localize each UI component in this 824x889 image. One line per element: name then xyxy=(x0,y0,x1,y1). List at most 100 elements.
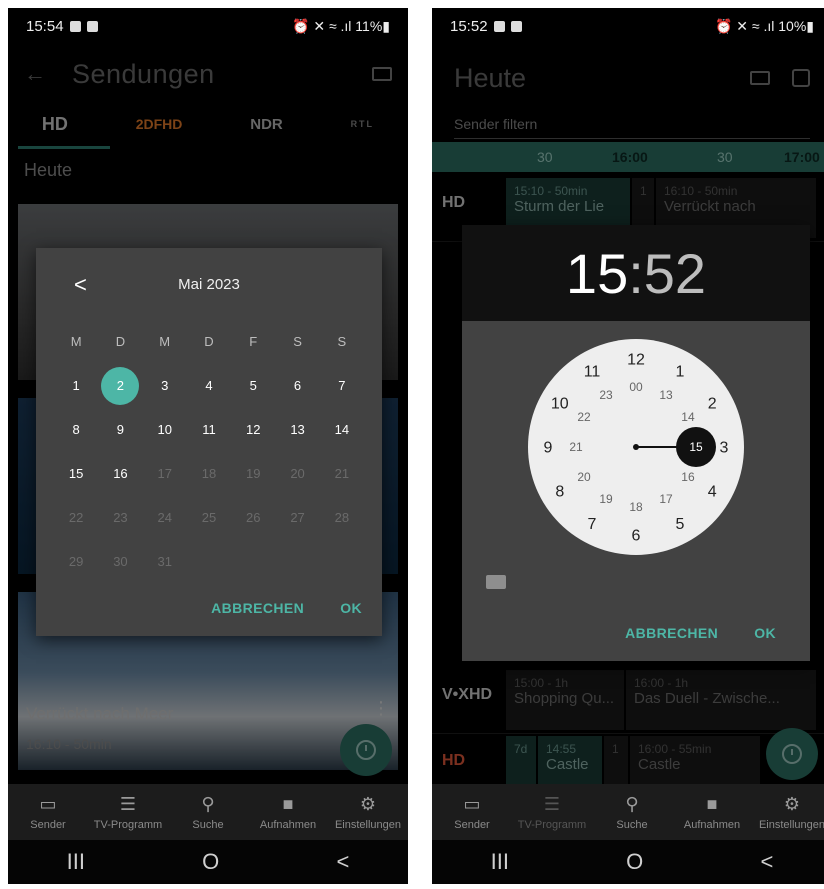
cancel-button[interactable]: ABBRECHEN xyxy=(625,625,718,641)
nav-item-camera[interactable]: ■ Aufnahmen xyxy=(673,793,751,831)
back-button[interactable]: < xyxy=(337,849,350,875)
clock-number[interactable]: 4 xyxy=(708,484,717,501)
calendar-day-label: 3 xyxy=(161,378,169,393)
keyboard-icon[interactable] xyxy=(486,575,506,589)
phone-left-screen: 15:54 ⏰ ✕ ≈ .ıl 11%▮ ← Sendungen HD 2DFH… xyxy=(8,8,408,884)
calendar-day-label: 11 xyxy=(202,422,216,437)
calendar-day[interactable]: 15 xyxy=(54,452,98,496)
calendar-day[interactable]: 13 xyxy=(275,408,319,452)
clock-number[interactable]: 10 xyxy=(551,396,569,413)
nav-item-gear[interactable]: ⚙ Einstellungen xyxy=(329,793,407,831)
clock-number[interactable]: 23 xyxy=(599,388,613,402)
clock-number[interactable]: 6 xyxy=(632,528,641,545)
calendar-day[interactable]: 8 xyxy=(54,408,98,452)
list-icon: ☰ xyxy=(119,794,137,814)
home-button[interactable]: O xyxy=(202,849,219,875)
ok-button[interactable]: OK xyxy=(754,625,776,641)
nav-item-tv[interactable]: ▭ Sender xyxy=(433,793,511,831)
clock-number[interactable]: 00 xyxy=(629,380,643,394)
date-picker-dialog: < Mai 2023 M D M D F S S 1 2 3 4 5 6 7 8 9 10 11 12 13 14 15 1… xyxy=(36,248,382,636)
minute-display[interactable]: 52 xyxy=(644,241,706,306)
nav-item-search[interactable]: ⚲ Suche xyxy=(593,793,671,831)
nav-item-camera[interactable]: ■ Aufnahmen xyxy=(249,793,327,831)
calendar-day[interactable]: 10 xyxy=(143,408,187,452)
calendar-week: 29 30 31 xyxy=(54,540,364,584)
clock-number[interactable]: 21 xyxy=(569,440,583,454)
recent-apps-button[interactable]: III xyxy=(67,849,85,875)
clock-number[interactable]: 2 xyxy=(708,396,717,413)
calendar-day[interactable]: 9 xyxy=(98,408,142,452)
recent-apps-button[interactable]: III xyxy=(491,849,509,875)
weekday-label: S xyxy=(337,334,347,349)
calendar-day[interactable]: 14 xyxy=(320,408,364,452)
calendar-day-label: 8 xyxy=(72,422,80,437)
calendar-day-label: 19 xyxy=(246,466,261,481)
calendar-week: 8 9 10 11 12 13 14 xyxy=(54,408,364,452)
calendar-day: 28 xyxy=(320,496,364,540)
nav-item-label: TV-Programm xyxy=(93,819,163,831)
clock-number[interactable]: 8 xyxy=(555,484,564,501)
nav-item-list[interactable]: ☰ TV-Programm xyxy=(513,793,591,831)
clock-number[interactable]: 3 xyxy=(720,440,729,457)
clock-number[interactable]: 22 xyxy=(577,410,591,424)
clock-number[interactable]: 1 xyxy=(676,363,685,380)
nav-item-tv[interactable]: ▭ Sender xyxy=(9,793,87,831)
calendar-day[interactable]: 3 xyxy=(143,364,187,408)
calendar-day: 17 xyxy=(143,452,187,496)
calendar-day: 25 xyxy=(187,496,231,540)
time-colon: : xyxy=(628,241,644,305)
nav-item-search[interactable]: ⚲ Suche xyxy=(169,793,247,831)
clock-number[interactable]: 16 xyxy=(681,470,695,484)
tv-icon: ▭ xyxy=(39,794,57,814)
calendar-day[interactable]: 12 xyxy=(231,408,275,452)
clock-number[interactable]: 14 xyxy=(681,410,695,424)
status-indicators: ⏰ ✕ ≈ .ıl 11%▮ xyxy=(292,17,390,34)
calendar-day xyxy=(275,540,319,584)
calendar-day[interactable]: 1 xyxy=(54,364,98,408)
calendar-day[interactable]: 5 xyxy=(231,364,275,408)
clock-number[interactable]: 20 xyxy=(577,470,591,484)
status-time: 15:52 xyxy=(450,17,488,35)
calendar-day[interactable]: 4 xyxy=(187,364,231,408)
clock-number[interactable]: 12 xyxy=(627,352,645,369)
calendar-day[interactable]: 16 xyxy=(98,452,142,496)
clock-number[interactable]: 11 xyxy=(584,363,601,380)
calendar-day-label: 24 xyxy=(157,510,172,525)
clock-number[interactable]: 17 xyxy=(659,492,673,506)
calendar-day: 22 xyxy=(54,496,98,540)
system-navigation: III O < xyxy=(432,840,824,884)
hour-display[interactable]: 15 xyxy=(566,241,628,306)
nav-item-label: Aufnahmen xyxy=(259,819,317,831)
clock-number[interactable]: 13 xyxy=(659,388,673,402)
calendar-day-label: 13 xyxy=(290,422,305,437)
nav-item-list[interactable]: ☰ TV-Programm xyxy=(89,793,167,831)
clock-number[interactable]: 15 xyxy=(689,440,703,454)
ok-button[interactable]: OK xyxy=(340,600,362,616)
clock-number[interactable]: 18 xyxy=(629,500,643,514)
nav-item-gear[interactable]: ⚙ Einstellungen xyxy=(753,793,824,831)
calendar-day[interactable]: 6 xyxy=(275,364,319,408)
calendar-day-label: 30 xyxy=(113,554,128,569)
home-button[interactable]: O xyxy=(626,849,643,875)
calendar-day: 31 xyxy=(143,540,187,584)
weekday-header: MDMDFSS xyxy=(54,320,364,364)
back-button[interactable]: < xyxy=(761,849,774,875)
calendar-day-label: 4 xyxy=(205,378,213,393)
weekday-label: M xyxy=(159,334,171,349)
nav-item-label: Einstellungen xyxy=(758,819,824,831)
calendar-day-label: 22 xyxy=(68,510,84,525)
clock-number[interactable]: 19 xyxy=(599,492,613,506)
calendar-day[interactable]: 11 xyxy=(187,408,231,452)
calendar-week: 1 2 3 4 5 6 7 xyxy=(54,364,364,408)
calendar-day-label: 1 xyxy=(72,378,80,393)
clock-number[interactable]: 5 xyxy=(676,516,685,533)
calendar-day[interactable]: 7 xyxy=(320,364,364,408)
notification-icon xyxy=(493,20,505,32)
clock-number[interactable]: 7 xyxy=(588,516,597,533)
calendar-day: 18 xyxy=(187,452,231,496)
calendar-day: 26 xyxy=(231,496,275,540)
clock-number[interactable]: 9 xyxy=(544,440,553,457)
clock-dial[interactable]: 121234567891011001314151617181920212223 xyxy=(526,337,746,557)
cancel-button[interactable]: ABBRECHEN xyxy=(211,600,304,616)
calendar-day-selected[interactable]: 2 xyxy=(98,364,142,408)
